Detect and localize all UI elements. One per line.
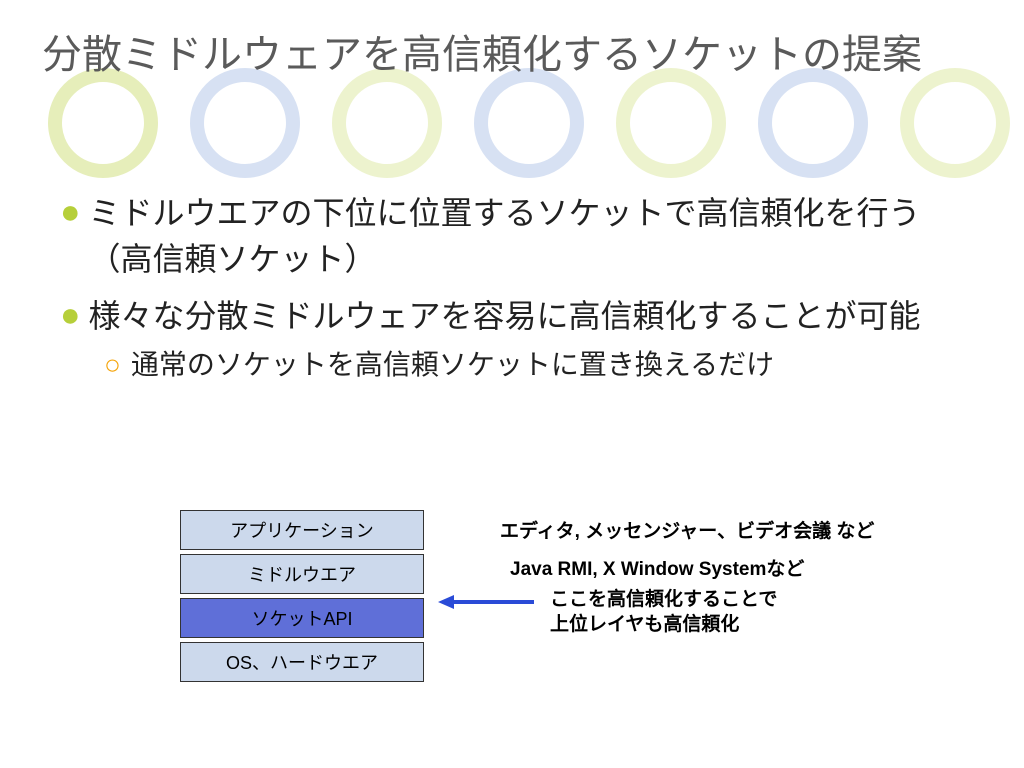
layer-box-application: アプリケーション xyxy=(180,510,424,550)
arrow-icon xyxy=(438,592,534,612)
circle-icon xyxy=(332,68,442,178)
background-circles xyxy=(0,68,1024,188)
bullet-level1: ● 様々な分散ミドルウェアを容易に高信頼化することが可能 xyxy=(60,293,984,339)
annotation-line: ここを高信頼化することで xyxy=(550,588,777,613)
circle-icon xyxy=(900,68,1010,178)
circle-bullet-icon: ○ xyxy=(104,345,121,384)
layer-box-os: OS、ハードウエア xyxy=(180,642,424,682)
circle-icon xyxy=(474,68,584,178)
circle-icon xyxy=(190,68,300,178)
circle-icon xyxy=(616,68,726,178)
disc-bullet-icon: ● xyxy=(60,293,81,339)
bullet-text: 様々な分散ミドルウェアを容易に高信頼化することが可能 xyxy=(89,293,921,339)
bullet-text: 通常のソケットを高信頼ソケットに置き換えるだけ xyxy=(131,345,774,386)
bullet-level2: ○ 通常のソケットを高信頼ソケットに置き換えるだけ xyxy=(104,345,984,386)
annotation-socket-note: ここを高信頼化することで 上位レイヤも高信頼化 xyxy=(550,588,777,637)
layer-box-middleware: ミドルウエア xyxy=(180,554,424,594)
layer-stack: アプリケーション ミドルウエア ソケットAPI OS、ハードウエア xyxy=(180,510,424,686)
slide: 分散ミドルウェアを高信頼化するソケットの提案 ● ミドルウエアの下位に位置するソ… xyxy=(0,0,1024,768)
circle-icon xyxy=(758,68,868,178)
disc-bullet-icon: ● xyxy=(60,190,81,236)
annotation-line: 上位レイヤも高信頼化 xyxy=(550,613,777,638)
slide-title: 分散ミドルウェアを高信頼化するソケットの提案 xyxy=(42,30,982,80)
bullet-level1: ● ミドルウエアの下位に位置するソケットで高信頼化を行う（高信頼ソケット） xyxy=(60,190,984,283)
circle-icon xyxy=(48,68,158,178)
bullet-text: ミドルウエアの下位に位置するソケットで高信頼化を行う（高信頼ソケット） xyxy=(89,190,984,283)
slide-body: ● ミドルウエアの下位に位置するソケットで高信頼化を行う（高信頼ソケット） ● … xyxy=(60,180,984,386)
annotation-middleware-examples: Java RMI, X Window Systemなど xyxy=(510,554,804,581)
layer-box-socket: ソケットAPI xyxy=(180,598,424,638)
annotation-app-examples: エディタ, メッセンジャー、ビデオ会議 など xyxy=(500,516,874,543)
